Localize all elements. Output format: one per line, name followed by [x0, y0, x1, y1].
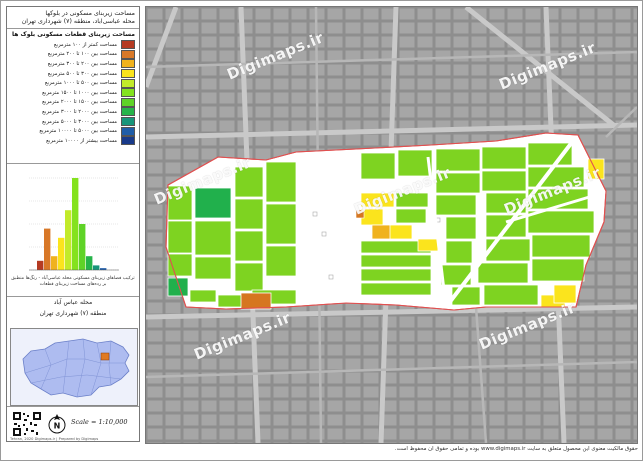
legend-swatch: [121, 88, 135, 98]
basemap-svg: [146, 7, 637, 443]
histogram-bar: [58, 237, 65, 270]
histogram-caption: ترکیب فضاهای زیربنای مسکونی محله عباسی‌آ…: [11, 276, 135, 287]
legend-swatch: [121, 69, 135, 79]
map-frame: Digimaps.ir Digimaps.ir Digimaps.ir Digi…: [145, 6, 638, 444]
legend-swatch: [121, 136, 135, 146]
histogram-bar: [93, 265, 100, 270]
legend-label: مساحت بین ۲۰۰ تا ۳۰۰ مترمربع: [47, 60, 117, 67]
legend-item: مساحت بین ۵۰۰۰ تا ۱۰۰۰۰ مترمربع: [11, 126, 135, 136]
legend-swatch: [121, 78, 135, 88]
credit-text: Tehran, 2020 Digimaps.ir | Prepared by D…: [10, 437, 99, 441]
legend-label: مساحت بیشتر از ۱۰۰۰۰ مترمربع: [46, 137, 117, 144]
highlighted-district: [100, 352, 110, 361]
title-line-1: مساحت زیربنای مسکونی در بلوکها: [45, 10, 135, 17]
legend-item: مساحت بیشتر از ۱۰۰۰۰ مترمربع: [11, 136, 135, 146]
legend-label: مساحت بین ۵۰۰۰ تا ۱۰۰۰۰ مترمربع: [39, 128, 117, 135]
histogram-panel: ترکیب فضاهای زیربنای مسکونی محله عباسی‌آ…: [7, 163, 139, 296]
legend-panel: مساحت زیربنای مسکونی در بلوکها محله عباس…: [6, 6, 140, 442]
legend-list: مساحت کمتر از ۱۰۰ مترمربع مساحت بین ۱۰۰ ت…: [7, 40, 139, 146]
copyright-note: حقوق مالکیت معنوی این محصول متعلق به سای…: [394, 446, 638, 452]
title-line-2: محله عباسی‌آباد، منطقه (۷) شهرداری تهران: [21, 18, 135, 25]
legend-item: مساحت بین ۱۰۰ تا ۲۰۰ مترمربع: [11, 49, 135, 60]
histogram-bar: [44, 228, 51, 270]
legend-swatch: [121, 126, 135, 136]
north-arrow-icon: N: [48, 414, 66, 434]
district-name: منطقه (۷) شهرداری تهران: [39, 310, 107, 317]
area-info: محله عباس آباد منطقه (۷) شهرداری تهران: [7, 296, 139, 327]
histogram-chart: [29, 177, 119, 271]
svg-text:N: N: [54, 422, 61, 431]
map-footer: N Scale = 1:10,000 Tehran, 2020 Digimaps…: [7, 406, 139, 441]
neighborhood-name: محله عباس آباد: [53, 299, 93, 306]
legend-heading: مساحت زیربنای قطعات مسکونی بلوک ها: [12, 31, 135, 38]
histogram-bar: [86, 256, 93, 270]
legend-label: مساحت بین ۱۰۰۰ تا ۱۵۰۰ مترمربع: [42, 89, 117, 96]
legend-item: مساحت بین ۱۰۰۰ تا ۱۵۰۰ مترمربع: [11, 88, 135, 98]
legend-swatch: [121, 117, 135, 127]
legend-label: مساحت بین ۵۰۰ تا ۱۰۰۰ مترمربع: [44, 80, 117, 87]
legend-item: مساحت کمتر از ۱۰۰ مترمربع: [11, 40, 135, 50]
histogram-bar: [65, 210, 72, 270]
scale-text: Scale = 1:10,000: [71, 418, 128, 426]
legend-swatch: [121, 107, 135, 117]
legend-swatch: [121, 49, 135, 59]
legend-item: مساحت بین ۵۰۰ تا ۱۰۰۰ مترمربع: [11, 78, 135, 88]
legend-swatch: [121, 97, 135, 107]
legend-swatch: [121, 59, 135, 69]
legend-label: مساحت بین ۲۰۰۰ تا ۳۰۰۰ مترمربع: [42, 108, 117, 115]
orange-parcel: [240, 292, 272, 310]
histogram-bar: [79, 224, 86, 270]
histogram-bar: [72, 178, 79, 270]
legend-label: مساحت بین ۱۵۰۰ تا ۲۰۰۰ مترمربع: [42, 99, 117, 106]
legend-item: مساحت بین ۲۰۰۰ تا ۳۰۰۰ مترمربع: [11, 107, 135, 117]
histogram-bar: [37, 260, 44, 270]
location-inset-map: [10, 328, 138, 406]
legend-label: مساحت بین ۱۰۰ تا ۲۰۰ مترمربع: [47, 51, 117, 58]
qr-code-icon: [12, 411, 42, 437]
tehran-districts-map: [11, 329, 137, 405]
legend-label: مساحت کمتر از ۱۰۰ مترمربع: [53, 41, 117, 48]
legend-label: مساحت بین ۳۰۰۰ تا ۵۰۰۰ مترمربع: [42, 118, 117, 125]
legend-item: مساحت بین ۳۰۰۰ تا ۵۰۰۰ مترمربع: [11, 117, 135, 127]
map-title: مساحت زیربنای مسکونی در بلوکها محله عباس…: [7, 7, 139, 29]
legend-swatch: [121, 40, 135, 50]
legend-item: مساحت بین ۱۵۰۰ تا ۲۰۰۰ مترمربع: [11, 97, 135, 108]
legend-item: مساحت بین ۲۰۰ تا ۳۰۰ مترمربع: [11, 59, 135, 69]
legend-item: مساحت بین ۳۰۰ تا ۵۰۰ مترمربع: [11, 69, 135, 79]
legend-label: مساحت بین ۳۰۰ تا ۵۰۰ مترمربع: [47, 70, 117, 77]
histogram-bar: [51, 256, 58, 270]
